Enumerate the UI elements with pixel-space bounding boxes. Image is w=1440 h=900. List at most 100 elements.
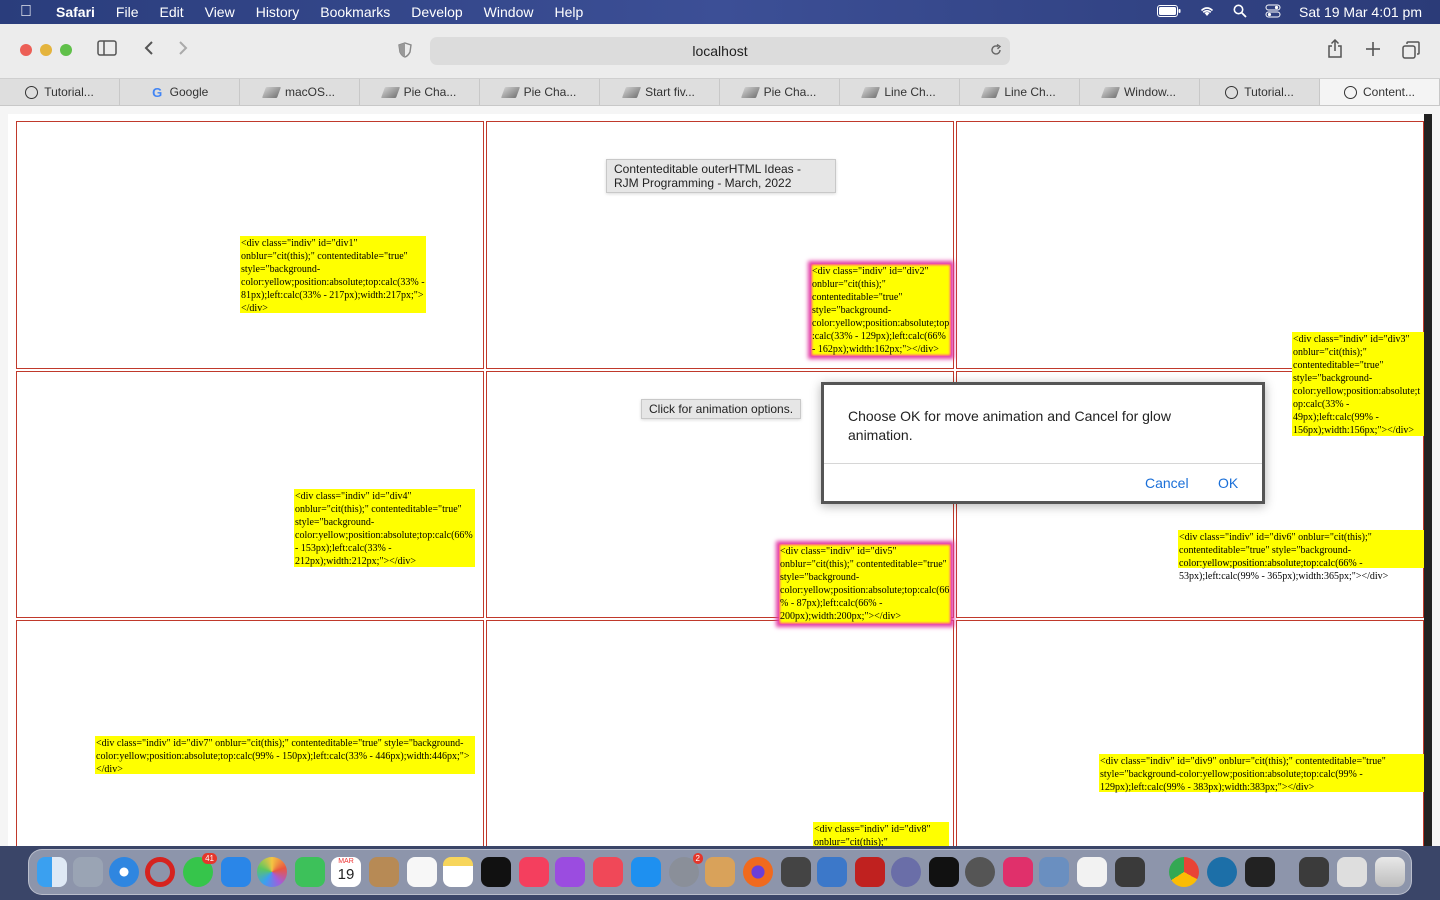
pen-icon (500, 86, 520, 98)
news-icon[interactable] (593, 857, 623, 887)
page-title-tooltip: Contenteditable outerHTML Ideas - RJM Pr… (606, 159, 836, 193)
downloads-stack-icon[interactable] (1337, 857, 1367, 887)
spotlight-search-icon[interactable] (1233, 4, 1247, 21)
tab-window[interactable]: Window... (1080, 79, 1200, 105)
menu-develop[interactable]: Develop (411, 4, 462, 20)
tab-label: Window... (1123, 85, 1177, 99)
menu-window[interactable]: Window (484, 4, 534, 20)
tab-label: Tutorial... (44, 85, 94, 99)
pen-icon (261, 86, 281, 98)
tab-pie-chart-2[interactable]: Pie Cha... (480, 79, 600, 105)
editable-div-5[interactable]: <div class="indiv" id="div5" onblur="cit… (779, 544, 951, 624)
tab-label: Line Ch... (1004, 85, 1056, 99)
confirm-dialog: Choose OK for move animation and Cancel … (821, 382, 1265, 504)
menu-help[interactable]: Help (554, 4, 583, 20)
reminders-icon[interactable] (407, 857, 437, 887)
close-window-button[interactable] (20, 44, 32, 56)
recent-file-icon[interactable] (1299, 857, 1329, 887)
safari-dock-icon[interactable] (109, 857, 139, 887)
activity-monitor-icon[interactable] (1245, 857, 1275, 887)
tab-tutorial-1[interactable]: Tutorial... (0, 79, 120, 105)
intellij-icon[interactable] (1003, 857, 1033, 887)
share-icon[interactable] (1327, 38, 1343, 64)
terminal-icon[interactable] (929, 857, 959, 887)
editable-div-6[interactable]: <div class="indiv" id="div6" onblur="cit… (1178, 530, 1432, 582)
sidebar-toggle-icon[interactable] (97, 40, 117, 61)
bbedit-icon[interactable] (891, 857, 921, 887)
wifi-icon[interactable] (1199, 4, 1215, 20)
preview-icon[interactable] (1039, 857, 1069, 887)
apple-tv-icon[interactable] (481, 857, 511, 887)
tab-pie-chart-1[interactable]: Pie Cha... (360, 79, 480, 105)
tab-contenteditable-active[interactable]: Content... (1320, 79, 1440, 105)
new-tab-plus-icon[interactable] (1365, 41, 1381, 62)
calendar-icon[interactable]: MAR 19 (331, 857, 361, 887)
apple-icon[interactable]:  (20, 3, 38, 21)
address-bar[interactable]: localhost (430, 37, 1010, 65)
tab-line-chart-2[interactable]: Line Ch... (960, 79, 1080, 105)
tab-label: Pie Cha... (403, 85, 457, 99)
zoom-window-button[interactable] (60, 44, 72, 56)
podcasts-icon[interactable] (555, 857, 585, 887)
menu-safari[interactable]: Safari (56, 4, 95, 20)
app-store-icon[interactable] (631, 857, 661, 887)
notes-icon[interactable] (443, 857, 473, 887)
photos-icon[interactable] (257, 857, 287, 887)
wolf-app-icon[interactable] (1115, 857, 1145, 887)
forward-icon[interactable] (177, 40, 189, 61)
menu-file[interactable]: File (116, 4, 139, 20)
paint-palette-icon[interactable] (705, 857, 735, 887)
reload-icon[interactable] (990, 37, 1002, 65)
contacts-icon[interactable] (369, 857, 399, 887)
document-icon[interactable] (1077, 857, 1107, 887)
menu-edit[interactable]: Edit (159, 4, 183, 20)
opera-icon[interactable] (145, 857, 175, 887)
mail-icon[interactable] (221, 857, 251, 887)
tab-tutorial-2[interactable]: Tutorial... (1200, 79, 1320, 105)
editable-div-9[interactable]: <div class="indiv" id="div9" onblur="cit… (1099, 754, 1426, 793)
safari-toolbar: localhost (0, 24, 1440, 78)
editable-div-2[interactable]: <div class="indiv" id="div2" onblur="cit… (811, 264, 951, 356)
launchpad-icon[interactable] (73, 857, 103, 887)
editable-div-7[interactable]: <div class="indiv" id="div7" onblur="cit… (95, 736, 475, 775)
menu-clock[interactable]: Sat 19 Mar 4:01 pm (1299, 4, 1422, 20)
tab-overview-icon[interactable] (1402, 41, 1420, 64)
system-preferences-icon[interactable]: 2 (669, 853, 703, 887)
firefox-icon[interactable] (743, 857, 773, 887)
tab-pie-chart-3[interactable]: Pie Cha... (720, 79, 840, 105)
finder-icon[interactable] (37, 857, 67, 887)
quicktime-icon[interactable] (1207, 857, 1237, 887)
editable-div-8[interactable]: <div class="indiv" id="div8" onblur="cit… (813, 822, 949, 846)
gimp-icon[interactable] (965, 857, 995, 887)
menu-bookmarks[interactable]: Bookmarks (320, 4, 390, 20)
editable-div-4[interactable]: <div class="indiv" id="div4" onblur="cit… (294, 489, 475, 567)
editable-div-3[interactable]: <div class="indiv" id="div3" onblur="cit… (1292, 332, 1426, 436)
tab-macos[interactable]: macOS... (240, 79, 360, 105)
ok-button[interactable]: OK (1218, 475, 1238, 491)
menu-history[interactable]: History (256, 4, 300, 20)
messages-icon[interactable]: 41 (183, 853, 217, 887)
calculator-icon[interactable] (781, 857, 811, 887)
tab-google[interactable]: G Google (120, 79, 240, 105)
control-center-icon[interactable] (1265, 4, 1281, 21)
grid-cell-8 (486, 620, 954, 846)
filezilla-icon[interactable] (855, 857, 885, 887)
menu-view[interactable]: View (205, 4, 235, 20)
cancel-button[interactable]: Cancel (1145, 475, 1189, 491)
battery-icon[interactable] (1157, 4, 1181, 20)
tab-label: Start fiv... (645, 85, 695, 99)
tab-start-five[interactable]: Start fiv... (600, 79, 720, 105)
music-icon[interactable] (519, 857, 549, 887)
minimize-window-button[interactable] (40, 44, 52, 56)
trash-icon[interactable] (1375, 857, 1405, 887)
chrome-icon[interactable] (1169, 857, 1199, 887)
facetime-icon[interactable] (295, 857, 325, 887)
back-icon[interactable] (143, 40, 155, 61)
xcode-icon[interactable] (817, 857, 847, 887)
animation-options-link[interactable]: Click for animation options. (641, 399, 802, 419)
privacy-shield-icon[interactable] (398, 42, 412, 63)
tab-line-chart-1[interactable]: Line Ch... (840, 79, 960, 105)
pen-icon (380, 86, 400, 98)
page-scrollbar[interactable] (1424, 114, 1432, 846)
editable-div-1[interactable]: <div class="indiv" id="div1" onblur="cit… (240, 236, 426, 314)
